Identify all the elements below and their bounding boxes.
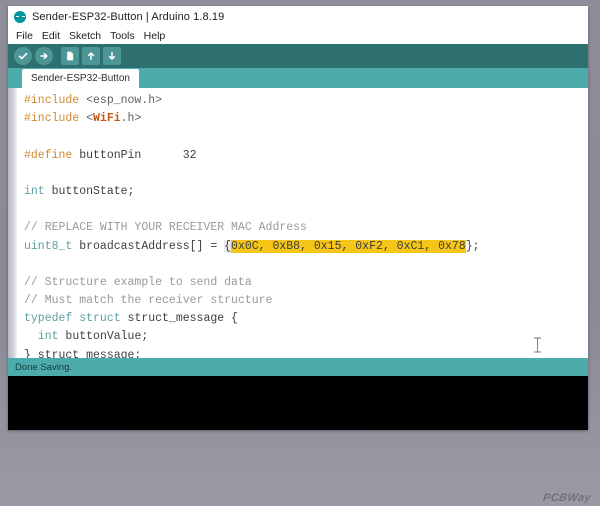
- code-line: uint8_t broadcastAddress[] = {0x0C, 0xB8…: [24, 238, 588, 256]
- menu-item-sketch[interactable]: Sketch: [69, 30, 101, 42]
- code-token: } struct_message;: [24, 348, 142, 358]
- code-line: #define buttonPin 32: [24, 147, 588, 165]
- code-line: int buttonValue;: [24, 328, 588, 346]
- code-token: #define: [24, 148, 80, 162]
- code-token: .h>: [120, 112, 142, 126]
- code-token: struct_message {: [120, 312, 238, 326]
- code-token: int: [37, 330, 59, 344]
- code-token: <esp_now.h>: [86, 94, 163, 107]
- code-line: // Structure example to send data: [24, 274, 588, 292]
- menu-item-tools[interactable]: Tools: [110, 30, 135, 42]
- menu-item-help[interactable]: Help: [144, 30, 166, 42]
- editor-area[interactable]: #include <esp_now.h> #include <WiFi.h> #d…: [8, 88, 588, 358]
- code-line: } struct_message;: [24, 347, 588, 358]
- status-message: Done Saving.: [15, 361, 73, 373]
- code-line: // Must match the receiver structure: [24, 292, 588, 310]
- checkmark-icon: [18, 52, 28, 60]
- upload-button[interactable]: [35, 47, 53, 65]
- code-token: int: [24, 184, 45, 198]
- code-line: int buttonState;: [24, 183, 588, 201]
- desktop-background: Sender-ESP32-Button | Arduino 1.8.19 Fil…: [0, 0, 600, 506]
- code-token: buttonValue;: [58, 330, 149, 344]
- code-token: WiFi: [93, 112, 121, 126]
- editor-gutter: [8, 88, 17, 358]
- code-line: #include <WiFi.h>: [24, 110, 588, 128]
- code-token: typedef: [24, 312, 73, 326]
- code-line: // REPLACE WITH YOUR RECEIVER MAC Addres…: [24, 219, 588, 237]
- code-token: 0x0C, 0xB8, 0x15, 0xF2, 0xC1, 0x78: [231, 239, 466, 253]
- code-token: // Structure example to send data: [24, 275, 252, 289]
- save-button[interactable]: [103, 47, 121, 65]
- arduino-infinity-icon: [14, 10, 26, 23]
- console-output-panel[interactable]: [8, 376, 588, 430]
- menu-bar: File Edit Sketch Tools Help: [8, 27, 588, 44]
- arduino-ide-window: Sender-ESP32-Button | Arduino 1.8.19 Fil…: [8, 6, 588, 430]
- pcbway-watermark: PCBWay: [542, 492, 592, 504]
- tab-sender-esp32-button[interactable]: Sender-ESP32-Button: [22, 69, 139, 88]
- title-bar: Sender-ESP32-Button | Arduino 1.8.19: [8, 6, 588, 27]
- window-title: Sender-ESP32-Button | Arduino 1.8.19: [32, 10, 225, 23]
- code-token: uint8_t: [24, 239, 73, 253]
- new-button[interactable]: [61, 47, 79, 65]
- code-token: broadcastAddress[] =: [72, 239, 225, 253]
- menu-item-file[interactable]: File: [16, 30, 33, 42]
- tab-strip: Sender-ESP32-Button: [8, 68, 588, 88]
- menu-item-edit[interactable]: Edit: [42, 30, 60, 42]
- code-text[interactable]: #include <esp_now.h> #include <WiFi.h> #d…: [17, 88, 588, 358]
- arrow-right-icon: [40, 52, 48, 60]
- code-token: struct: [79, 312, 121, 326]
- arrow-down-icon: [108, 52, 116, 60]
- code-token: #include: [24, 94, 87, 107]
- code-line: typedef struct struct_message {: [24, 310, 588, 328]
- verify-button[interactable]: [14, 47, 32, 65]
- code-token: buttonState;: [44, 184, 135, 198]
- code-token: // Must match the receiver structure: [24, 294, 273, 308]
- code-token: <: [86, 112, 94, 126]
- status-bar: Done Saving.: [8, 358, 588, 376]
- code-line: #include <esp_now.h>: [24, 92, 588, 110]
- toolbar: [8, 44, 588, 68]
- code-token: buttonPin 32: [79, 148, 197, 162]
- code-token: #include: [24, 112, 87, 126]
- code-token: // REPLACE WITH YOUR RECEIVER MAC Addres…: [24, 221, 307, 235]
- new-file-icon: [67, 51, 74, 61]
- open-button[interactable]: [82, 47, 100, 65]
- arrow-up-icon: [87, 52, 95, 60]
- code-token: {: [224, 239, 232, 253]
- code-token: };: [465, 239, 480, 253]
